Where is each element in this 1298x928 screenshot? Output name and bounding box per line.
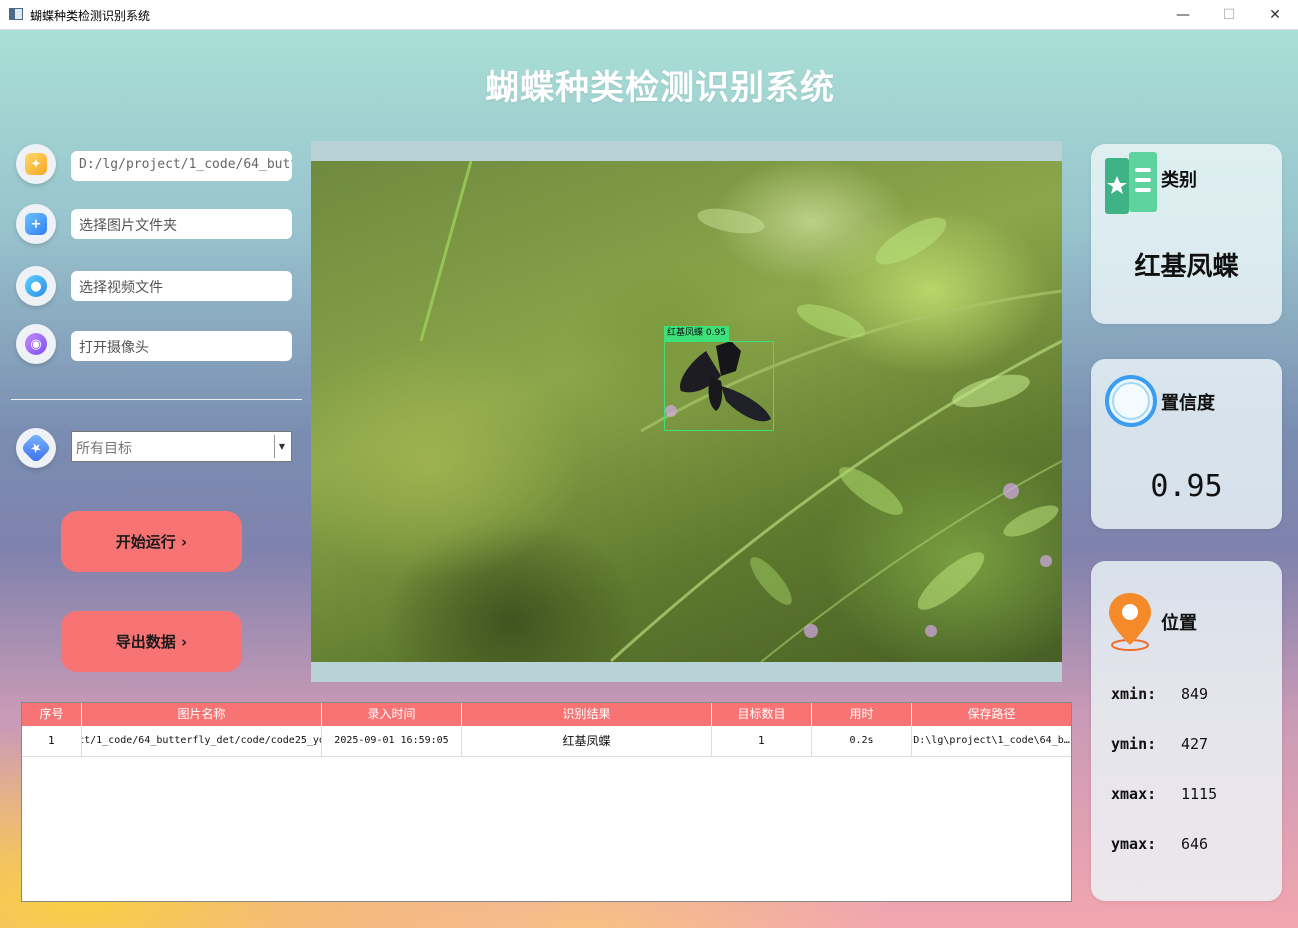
column-header-index[interactable]: 序号 xyxy=(22,703,82,726)
run-button[interactable]: 开始运行 › xyxy=(61,511,242,572)
column-header-image-name[interactable]: 图片名称 xyxy=(82,703,322,726)
xmin-value: 849 xyxy=(1181,685,1209,703)
image-display-area: 红基凤蝶 0.95 xyxy=(311,141,1062,682)
export-button[interactable]: 导出数据 › xyxy=(61,611,242,672)
cell-result: 红基凤蝶 xyxy=(462,726,712,756)
column-header-count[interactable]: 目标数目 xyxy=(712,703,812,726)
column-header-duration[interactable]: 用时 xyxy=(812,703,912,726)
title-bar: 蝴蝶种类检测识别系统 — ☐ ✕ xyxy=(0,0,1298,30)
column-header-time[interactable]: 录入时间 xyxy=(322,703,462,726)
position-card: 位置 xmin: 849 ymin: 427 xmax: 1115 ymax: … xyxy=(1091,561,1282,901)
xmax-label: xmax: xyxy=(1111,785,1157,803)
cell-save-path: D:\lg\project\1_code\64_b… xyxy=(913,735,1070,746)
window-title: 蝴蝶种类检测识别系统 xyxy=(30,9,151,23)
close-button[interactable]: ✕ xyxy=(1252,0,1298,30)
detection-bounding-box xyxy=(664,341,774,431)
ymax-row: ymax: 646 xyxy=(1111,835,1208,853)
page-title: 蝴蝶种类检测识别系统 xyxy=(485,68,835,108)
video-file-field[interactable]: 选择视频文件 xyxy=(71,271,292,301)
camera-icon[interactable]: ◉ xyxy=(16,324,56,364)
cell-index: 1 xyxy=(22,726,82,756)
target-select-value: 所有目标 xyxy=(76,441,132,457)
chevron-down-icon[interactable]: ▼ xyxy=(274,435,289,458)
cell-duration: 0.2s xyxy=(812,726,912,756)
xmax-row: xmax: 1115 xyxy=(1111,785,1217,803)
image-folder-icon[interactable]: + xyxy=(16,204,56,244)
table-row[interactable]: 1 D:/lg/project/1_code/64_butterfly_det/… xyxy=(22,726,1071,757)
target-select[interactable]: 所有目标 ▼ xyxy=(71,431,292,462)
camera-field[interactable]: 打开摄像头 xyxy=(71,331,292,361)
ymax-label: ymax: xyxy=(1111,835,1157,853)
cell-count: 1 xyxy=(712,726,812,756)
class-heading: 类别 xyxy=(1161,170,1197,191)
xmax-value: 1115 xyxy=(1181,785,1218,803)
image-folder-field[interactable]: 选择图片文件夹 xyxy=(71,209,292,239)
ymin-value: 427 xyxy=(1181,735,1209,753)
maximize-button[interactable]: ☐ xyxy=(1206,0,1252,30)
xmin-label: xmin: xyxy=(1111,685,1157,703)
position-heading: 位置 xyxy=(1161,613,1197,634)
confidence-ring-icon xyxy=(1105,375,1157,427)
confidence-card: 置信度 0.95 xyxy=(1091,359,1282,529)
detection-label: 红基凤蝶 0.95 xyxy=(664,326,729,341)
confidence-heading: 置信度 xyxy=(1161,393,1215,414)
location-pin-icon xyxy=(1109,593,1151,651)
cell-time: 2025-09-01 16:59:05 xyxy=(322,726,462,756)
sidebar-divider xyxy=(11,399,302,400)
confidence-value: 0.95 xyxy=(1150,469,1223,504)
results-table: 序号 图片名称 录入时间 识别结果 目标数目 用时 保存路径 1 D:/lg/p… xyxy=(21,702,1072,902)
image-file-icon[interactable]: ✦ xyxy=(16,144,56,184)
ymin-label: ymin: xyxy=(1111,735,1157,753)
video-file-icon[interactable]: ● xyxy=(16,266,56,306)
column-header-save-path[interactable]: 保存路径 xyxy=(912,703,1071,726)
column-header-result[interactable]: 识别结果 xyxy=(462,703,712,726)
detection-image: 红基凤蝶 0.95 xyxy=(311,161,1062,662)
class-card: 类别 红基凤蝶 xyxy=(1091,144,1282,324)
class-value: 红基凤蝶 xyxy=(1134,252,1239,282)
target-filter-icon: ★ xyxy=(16,428,56,468)
cell-image-name: D:/lg/project/1_code/64_butterfly_det/co… xyxy=(82,726,322,756)
table-header: 序号 图片名称 录入时间 识别结果 目标数目 用时 保存路径 xyxy=(22,703,1071,726)
minimize-button[interactable]: — xyxy=(1160,0,1206,30)
image-path-field[interactable]: D:/lg/project/1_code/64_butterfly_det/co… xyxy=(71,151,292,181)
ymax-value: 646 xyxy=(1181,835,1209,853)
ymin-row: ymin: 427 xyxy=(1111,735,1208,753)
book-icon xyxy=(1105,152,1157,214)
app-body: 蝴蝶种类检测识别系统 ✦ D:/lg/project/1_code/64_but… xyxy=(0,30,1298,928)
app-icon xyxy=(9,8,23,20)
xmin-row: xmin: 849 xyxy=(1111,685,1208,703)
